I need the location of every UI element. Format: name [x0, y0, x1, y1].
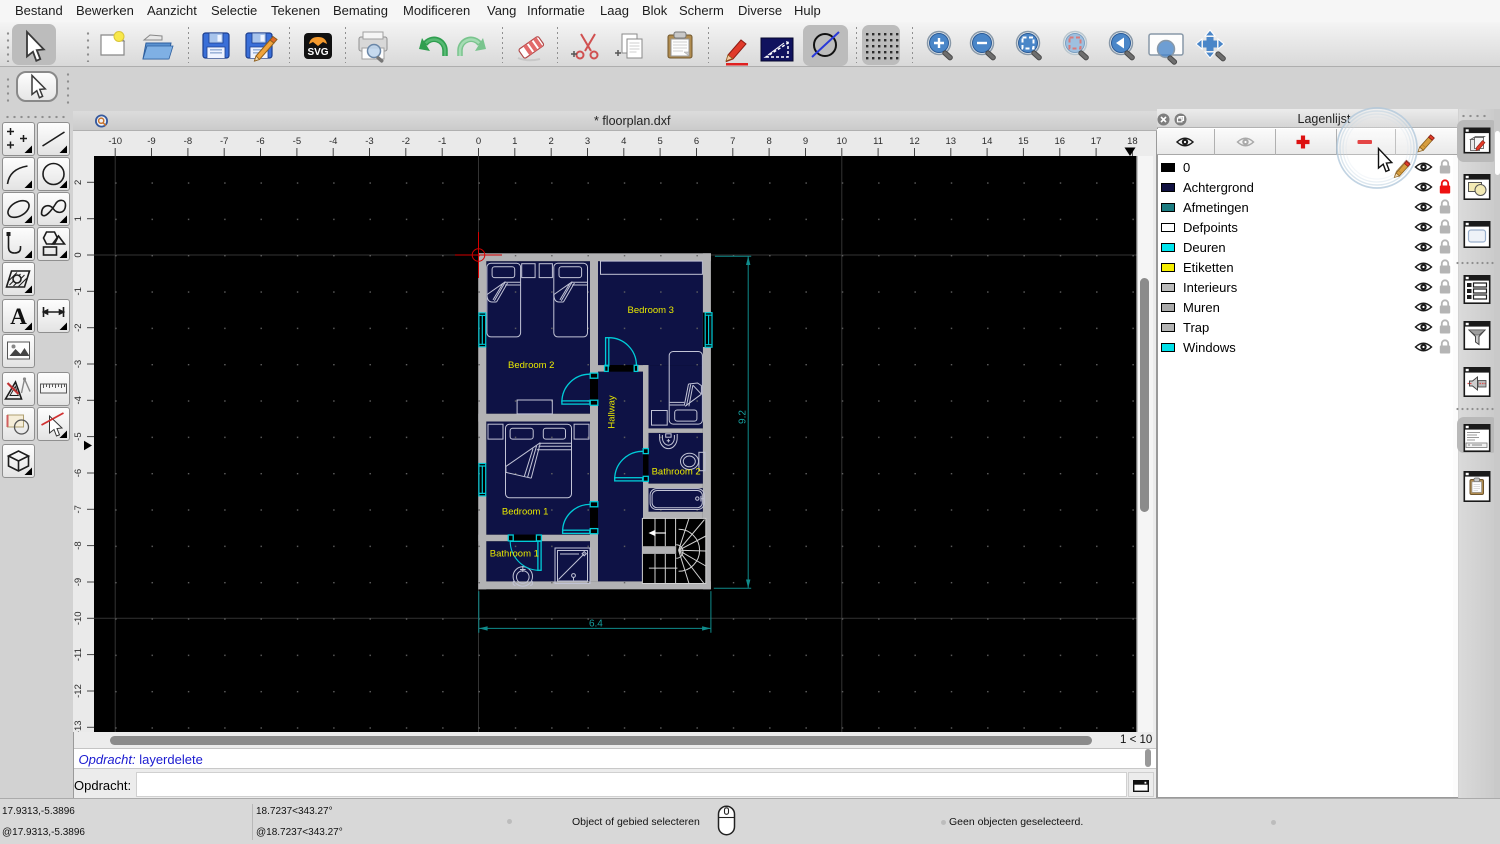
svg-text:-9: -9 [147, 136, 155, 147]
svg-text:4: 4 [621, 136, 626, 147]
svg-text:-13: -13 [73, 720, 84, 732]
svg-text:3: 3 [585, 136, 590, 147]
svg-text:-6: -6 [73, 469, 84, 477]
svg-text:-11: -11 [73, 648, 84, 661]
svg-text:A: A [10, 304, 27, 329]
svg-text:-12: -12 [73, 684, 84, 698]
svg-text:5: 5 [657, 136, 662, 147]
svg-text:12: 12 [909, 136, 920, 147]
svg-text:-6: -6 [256, 136, 264, 147]
svg-text:Hallway: Hallway [607, 395, 618, 429]
svg-text:Bedroom 3: Bedroom 3 [628, 305, 674, 316]
svg-text:2: 2 [549, 136, 554, 147]
svg-text:Bathroom 2: Bathroom 2 [652, 466, 701, 477]
svg-text:-3: -3 [365, 136, 373, 147]
svg-text:0: 0 [476, 136, 481, 147]
svg-text:-4: -4 [329, 136, 337, 147]
svg-text:-5: -5 [293, 136, 301, 147]
svg-text:6: 6 [694, 136, 699, 147]
svg-text:-9: -9 [73, 578, 84, 586]
svg-text:11: 11 [873, 136, 883, 147]
svg-text:1: 1 [512, 136, 517, 147]
svg-text:-1: -1 [73, 287, 84, 295]
svg-text:16: 16 [1055, 136, 1066, 147]
svg-text:18: 18 [1127, 136, 1138, 147]
svg-text:17: 17 [1091, 136, 1102, 147]
svg-text:-2: -2 [73, 323, 84, 331]
svg-text:-8: -8 [73, 541, 84, 549]
svg-text:6.4: 6.4 [589, 619, 603, 630]
svg-text:1: 1 [73, 216, 84, 221]
svg-text:10: 10 [837, 136, 848, 147]
svg-text:-8: -8 [184, 136, 192, 147]
svg-text:15: 15 [1018, 136, 1029, 147]
svg-text:Bedroom 2: Bedroom 2 [508, 360, 554, 371]
svg-text:9: 9 [803, 136, 808, 147]
svg-text:0: 0 [73, 252, 84, 257]
svg-text:SVG: SVG [307, 47, 328, 58]
svg-text:-10: -10 [108, 136, 122, 147]
svg-text:-5: -5 [73, 432, 84, 440]
svg-text:14: 14 [982, 136, 993, 147]
svg-text:7: 7 [730, 136, 735, 147]
svg-text:9.2: 9.2 [738, 410, 749, 424]
svg-text:Bathroom 1: Bathroom 1 [490, 548, 539, 559]
svg-text:-10: -10 [73, 611, 84, 625]
svg-text:-3: -3 [73, 360, 84, 368]
svg-text:13: 13 [946, 136, 957, 147]
svg-text:8: 8 [766, 136, 771, 147]
svg-text:-1: -1 [438, 136, 446, 147]
svg-text:-2: -2 [402, 136, 410, 147]
svg-text:2: 2 [73, 180, 84, 185]
svg-text:Bedroom 1: Bedroom 1 [502, 506, 548, 517]
svg-text:-7: -7 [220, 136, 228, 147]
svg-text:-7: -7 [73, 505, 84, 513]
svg-text:-4: -4 [73, 396, 84, 404]
